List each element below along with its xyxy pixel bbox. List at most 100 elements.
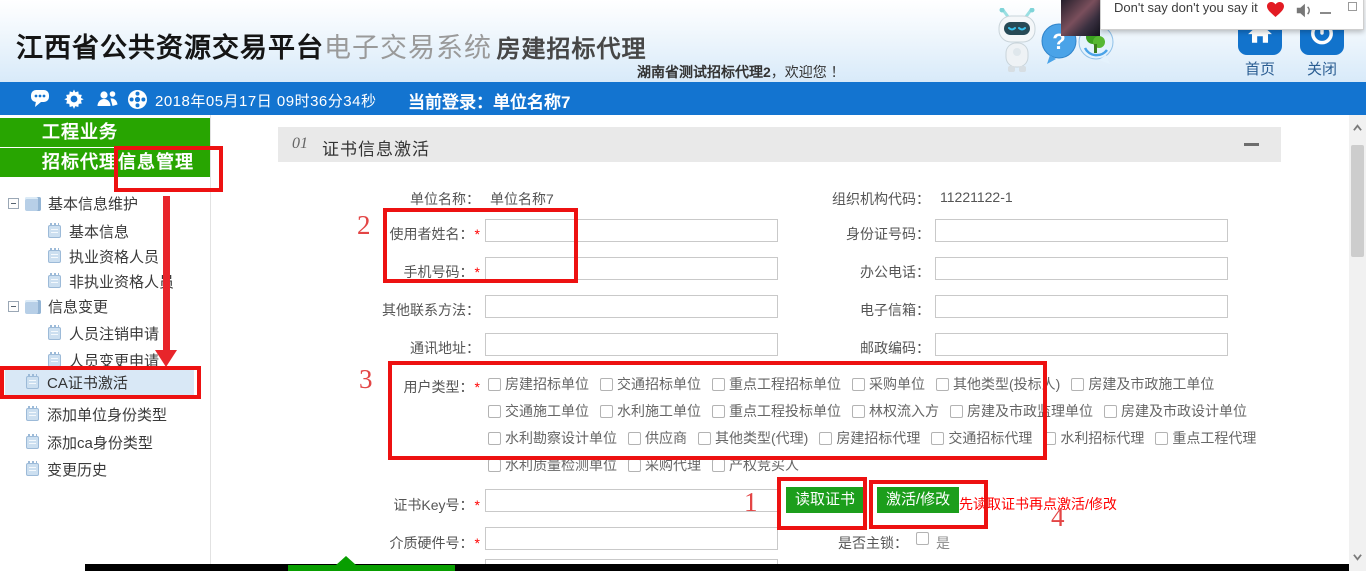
scrollbar-thumb[interactable] (1351, 145, 1364, 257)
home-button-label[interactable]: 首页 (1238, 58, 1282, 79)
checkbox (698, 432, 711, 445)
sidebar-item-ca-cert-activation[interactable]: CA证书激活 (5, 370, 194, 395)
media-hw-input[interactable] (485, 527, 778, 550)
sidebar-item-change-history[interactable]: 变更历史 (26, 459, 107, 480)
notepad-icon (26, 436, 39, 449)
sidebar-group-label[interactable]: 信息变更 (48, 296, 108, 317)
checkbox-item[interactable]: 重点工程招标单位 (712, 374, 841, 394)
music-track-title: Don't say don't you say it (1114, 0, 1258, 15)
sidebar-menu-engineering[interactable]: 工程业务 (0, 118, 210, 147)
sidebar-item-label[interactable]: 人员变更申请 (69, 350, 159, 371)
sidebar-item-label[interactable]: 变更历史 (47, 459, 107, 480)
scroll-up-icon[interactable] (1353, 124, 1361, 132)
sidebar-menu-agency-info[interactable]: 招标代理信息管理 (0, 148, 210, 177)
hint-text: 先读取证书再点激活/修改 (959, 494, 1117, 514)
checkbox-item[interactable]: 重点工程代理 (1155, 428, 1256, 448)
org-code-label: 组织机构代码： (780, 189, 930, 209)
restore-icon[interactable] (1348, 2, 1357, 11)
main-lock-checkbox[interactable] (916, 532, 929, 545)
checkbox-item[interactable]: 房建招标单位 (488, 374, 589, 394)
checkbox-item[interactable]: 产权竞买人 (712, 455, 799, 475)
datetime-text: 2018年05月17日 09时36分34秒 (155, 90, 376, 111)
checkbox-item[interactable]: 水利施工单位 (600, 401, 701, 421)
id-card-input[interactable] (935, 219, 1228, 242)
checkbox-item[interactable]: 水利质量检测单位 (488, 455, 617, 475)
music-player-overlay: Don't say don't you say it (1100, 0, 1364, 30)
checkbox-item[interactable]: 房建及市政施工单位 (1071, 374, 1214, 394)
notepad-icon (48, 327, 61, 340)
other-contact-label: 其他联系方法： (330, 300, 480, 320)
sidebar-item-label[interactable]: 执业资格人员 (69, 246, 159, 267)
sidebar-item-label[interactable]: CA证书激活 (47, 372, 128, 393)
sidebar-item-add-ca-identity[interactable]: 添加ca身份类型 (26, 432, 153, 453)
other-contact-input[interactable] (485, 295, 778, 318)
office-phone-input[interactable] (935, 257, 1228, 280)
checkbox (936, 378, 949, 391)
user-name-input[interactable] (485, 219, 778, 242)
sidebar-item-label[interactable]: 添加ca身份类型 (47, 432, 153, 453)
folder-book-icon (25, 300, 41, 314)
sidebar-item-label[interactable]: 基本信息 (69, 221, 129, 242)
checkbox (712, 459, 725, 472)
read-cert-button[interactable]: 读取证书 (786, 487, 864, 513)
unit-name-value: 单位名称7 (490, 189, 554, 209)
vertical-scrollbar[interactable] (1349, 115, 1366, 571)
checkbox-item[interactable]: 采购代理 (628, 455, 701, 475)
checkbox-item[interactable]: 采购单位 (852, 374, 925, 394)
postcode-input[interactable] (935, 333, 1228, 356)
reel-icon[interactable] (127, 89, 148, 115)
message-icon[interactable] (30, 89, 50, 113)
checkbox-item[interactable]: 水利招标代理 (1043, 428, 1144, 448)
user-type-row-3: 水利勘察设计单位 供应商 其他类型(代理) 房建招标代理 交通招标代理 水利招标… (488, 428, 1267, 448)
collapse-expander-icon[interactable] (8, 198, 19, 209)
checkbox (1104, 405, 1117, 418)
checkbox-item[interactable]: 其他类型(投标人) (936, 374, 1060, 394)
scroll-down-icon[interactable] (1353, 553, 1361, 561)
sidebar-item-licensed-personnel[interactable]: 执业资格人员 (48, 246, 159, 267)
settings-gear-icon[interactable] (64, 89, 84, 114)
users-icon[interactable] (96, 89, 119, 113)
minimize-icon[interactable] (1320, 12, 1331, 14)
brand-system-title: 电子交易系统 (324, 33, 492, 63)
sidebar-item-personnel-change[interactable]: 人员变更申请 (48, 350, 159, 371)
unit-name-label: 单位名称： (330, 189, 480, 209)
sidebar-item-label[interactable]: 非执业资格人员 (69, 271, 174, 292)
checkbox-item[interactable]: 交通招标单位 (600, 374, 701, 394)
sidebar-item-label[interactable]: 添加单位身份类型 (47, 404, 167, 425)
sidebar-item-basic-info[interactable]: 基本信息 (48, 221, 129, 242)
checkbox (1043, 432, 1056, 445)
checkbox-item[interactable]: 水利勘察设计单位 (488, 428, 617, 448)
checkbox-item[interactable]: 其他类型(代理) (698, 428, 808, 448)
sidebar-item-nonlicensed-personnel[interactable]: 非执业资格人员 (48, 271, 174, 292)
checkbox-item[interactable]: 交通施工单位 (488, 401, 589, 421)
checkbox (488, 432, 501, 445)
brand-platform-title: 江西省公共资源交易平台 (16, 33, 324, 63)
bottom-tooltip-bar (288, 565, 455, 571)
checkbox-item[interactable]: 林权流入方 (852, 401, 939, 421)
collapse-section-icon[interactable] (1244, 143, 1259, 146)
checkbox-item[interactable]: 供应商 (628, 428, 687, 448)
sidebar-item-personnel-cancel[interactable]: 人员注销申请 (48, 323, 159, 344)
sidebar-group-basic-info[interactable]: 基本信息维护 (8, 193, 138, 214)
checkbox (628, 459, 641, 472)
brand-module-title: 房建招标代理 (496, 36, 646, 63)
activate-modify-button[interactable]: 激活/修改 (877, 487, 959, 513)
checkbox-item[interactable]: 重点工程投标单位 (712, 401, 841, 421)
mobile-input[interactable] (485, 257, 778, 280)
sidebar-item-add-unit-identity[interactable]: 添加单位身份类型 (26, 404, 167, 425)
checkbox-item[interactable]: 房建及市政监理单位 (950, 401, 1093, 421)
email-input[interactable] (935, 295, 1228, 318)
address-input[interactable] (485, 333, 778, 356)
checkbox-item[interactable]: 房建及市政设计单位 (1104, 401, 1247, 421)
checkbox-item[interactable]: 交通招标代理 (931, 428, 1032, 448)
speaker-icon[interactable] (1295, 3, 1313, 23)
collapse-expander-icon[interactable] (8, 301, 19, 312)
close-button-label[interactable]: 关闭 (1300, 58, 1344, 79)
cert-key-input[interactable] (485, 489, 778, 512)
sidebar-group-label[interactable]: 基本信息维护 (48, 193, 138, 214)
sidebar-group-info-change[interactable]: 信息变更 (8, 296, 108, 317)
heart-icon[interactable] (1266, 1, 1285, 23)
checkbox-item[interactable]: 房建招标代理 (819, 428, 920, 448)
sidebar-item-label[interactable]: 人员注销申请 (69, 323, 159, 344)
user-type-row-4: 水利质量检测单位 采购代理 产权竞买人 (488, 455, 810, 475)
